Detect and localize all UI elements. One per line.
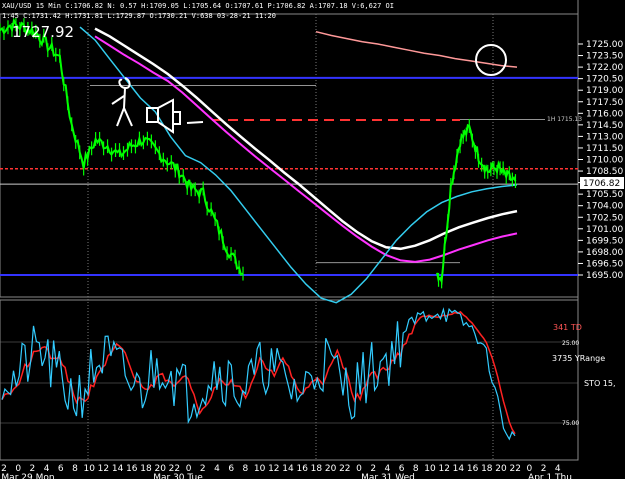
x-hour-label: 10 bbox=[424, 464, 436, 474]
x-hour-label: 14 bbox=[282, 464, 294, 474]
price-tick-label: 1698.00 bbox=[586, 248, 623, 258]
x-day-label: Mar 31 Wed bbox=[361, 473, 415, 479]
x-hour-label: 4 bbox=[214, 464, 220, 474]
price-tick-label: 1708.50 bbox=[586, 167, 623, 177]
indicator-label-yrange: 3735 YRange bbox=[552, 354, 605, 363]
current-price-label: 1706.82 bbox=[583, 179, 620, 189]
x-hour-label: 16 bbox=[467, 464, 479, 474]
price-tick-label: 1704.00 bbox=[586, 202, 623, 212]
x-hour-label: 22 bbox=[509, 464, 520, 474]
x-hour-label: 12 bbox=[438, 464, 449, 474]
price-tick-label: 1695.00 bbox=[586, 271, 623, 281]
x-hour-label: 22 bbox=[339, 464, 350, 474]
price-tick-label: 1716.00 bbox=[586, 109, 623, 119]
x-hour-label: 20 bbox=[325, 464, 337, 474]
price-tick-label: 1701.00 bbox=[586, 225, 623, 235]
x-hour-label: 12 bbox=[268, 464, 279, 474]
x-hour-label: 6 bbox=[58, 464, 64, 474]
x-hour-label: 8 bbox=[243, 464, 249, 474]
level-label: 1H 1715.13 bbox=[547, 116, 582, 123]
price-tick-label: 1702.50 bbox=[586, 213, 623, 223]
price-tick-label: 1722.00 bbox=[586, 63, 623, 73]
x-hour-label: 16 bbox=[296, 464, 308, 474]
x-hour-label: 18 bbox=[140, 464, 152, 474]
x-day-label: Mar 29 Mon bbox=[1, 473, 54, 479]
price-tick-label: 1711.50 bbox=[586, 144, 623, 154]
price-tick-label: 1720.50 bbox=[586, 75, 623, 85]
price-tick-label: 1723.50 bbox=[586, 52, 623, 62]
x-hour-label: 16 bbox=[126, 464, 138, 474]
price-tick-label: 1713.00 bbox=[586, 132, 623, 142]
chart: 1725.00 1723.501722.00 1720.501719.00 1717.… bbox=[0, 0, 625, 479]
x-hour-label: 14 bbox=[112, 464, 124, 474]
price-tick-label: 1719.00 bbox=[586, 86, 623, 96]
x-day-label: Apr 1 Thu bbox=[528, 473, 572, 479]
x-day-label: Mar 30 Tue bbox=[153, 473, 203, 479]
indicator-tick-75: 75.00 bbox=[562, 420, 579, 427]
x-hour-label: 12 bbox=[98, 464, 109, 474]
price-tick-label: 1710.00 bbox=[586, 156, 623, 166]
x-hour-label: 6 bbox=[228, 464, 234, 474]
big-price-label: 1727.92 bbox=[12, 23, 74, 41]
price-tick-label: 1714.50 bbox=[586, 121, 623, 131]
x-hour-label: 10 bbox=[83, 464, 95, 474]
arrow-dash bbox=[186, 121, 204, 124]
price-tick-label: 1705.50 bbox=[586, 190, 623, 200]
price-tick-label: 1717.50 bbox=[586, 98, 623, 108]
chart-background bbox=[0, 0, 625, 479]
x-hour-label: 18 bbox=[481, 464, 493, 474]
header-line-2: 1:45 C:1731.42 H:1731.81 L:1729.87 O:173… bbox=[2, 12, 276, 20]
price-tick-label: 1699.50 bbox=[586, 236, 623, 246]
x-hour-label: 10 bbox=[254, 464, 266, 474]
price-tick-label: 1725.00 bbox=[586, 40, 623, 50]
x-hour-label: 18 bbox=[311, 464, 323, 474]
indicator-label-td: 341 TD bbox=[553, 323, 582, 332]
header-line-1: XAU/USD 15 Min C:1706.82 N: 0.57 H:1709.… bbox=[2, 2, 394, 10]
price-tick-label: 1696.50 bbox=[586, 259, 623, 269]
x-hour-label: 14 bbox=[453, 464, 465, 474]
x-hour-label: 8 bbox=[72, 464, 78, 474]
indicator-tick-25: 25.00 bbox=[562, 340, 579, 347]
x-hour-label: 20 bbox=[495, 464, 507, 474]
indicator-label-sto: STO 15, bbox=[584, 379, 616, 388]
